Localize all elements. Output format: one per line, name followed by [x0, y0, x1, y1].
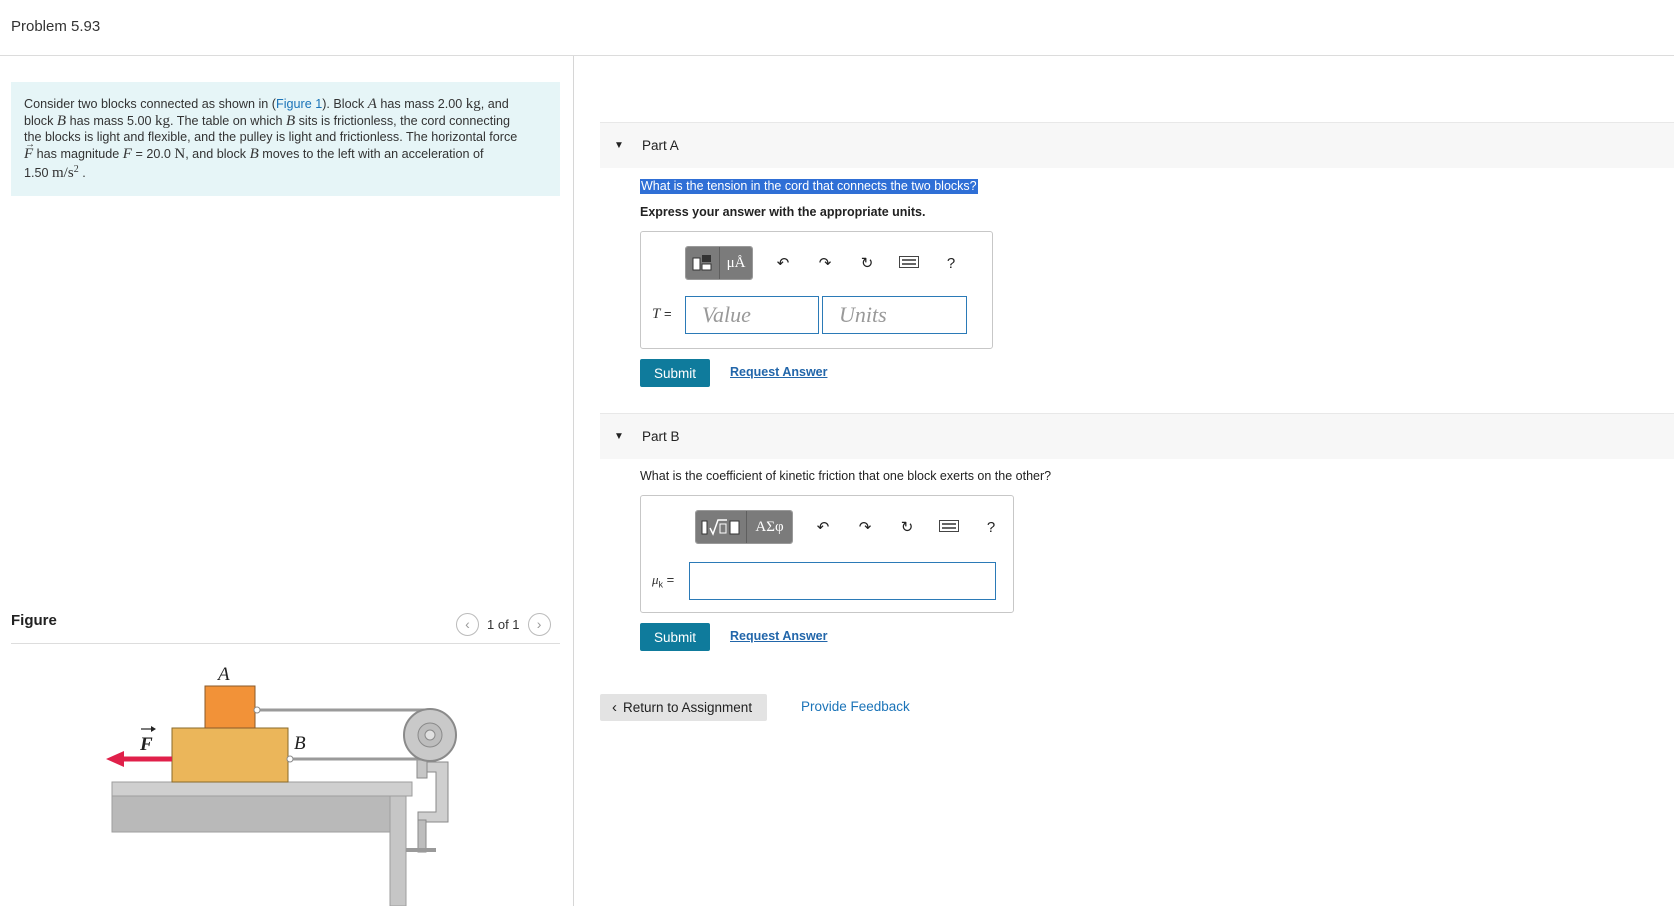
clamp-handle [406, 848, 436, 852]
problem-line-4: → F has magnitude F = 20.0 N, and block B… [24, 138, 484, 162]
keyboard-icon[interactable] [937, 519, 961, 536]
chevron-left-icon: ‹ [612, 699, 617, 716]
part-b-label: Part B [642, 429, 680, 444]
block-a-hook [253, 706, 261, 714]
units-input[interactable]: Units [822, 296, 967, 334]
redo-icon[interactable]: ↷ [853, 518, 877, 536]
help-icon[interactable]: ? [979, 519, 1003, 536]
label-f-vector-tip [151, 726, 156, 732]
templates-button[interactable] [686, 247, 719, 279]
part-b-question: What is the coefficient of kinetic frict… [640, 469, 1052, 483]
undo-icon[interactable]: ↶ [811, 518, 835, 536]
force-vector-symbol: → F [24, 138, 35, 162]
part-a-template-group: μÅ [685, 246, 753, 280]
return-to-assignment-button[interactable]: ‹ Return to Assignment [600, 694, 767, 721]
part-b-template-group: ΑΣφ [695, 510, 793, 544]
table-side [111, 795, 397, 833]
part-a-request-answer-link[interactable]: Request Answer [730, 365, 827, 379]
part-b-answer-box: ΑΣφ ↶ ↷ ↻ ? μk = [640, 495, 1014, 613]
block-b [171, 727, 289, 783]
label-a: A [216, 664, 230, 685]
figure-pager: ‹ 1 of 1 › [456, 612, 551, 636]
value-input[interactable]: Value [685, 296, 819, 334]
figure-pager-text: 1 of 1 [487, 616, 520, 632]
pulley-axle [424, 729, 436, 741]
figure-link[interactable]: Figure 1 [276, 97, 322, 111]
part-a-submit-button[interactable]: Submit [640, 359, 710, 387]
block-a-symbol: A [367, 96, 377, 112]
page-header: Problem 5.93 [0, 0, 1674, 56]
blocks-pulley-figure: A B F [106, 664, 457, 906]
undo-icon[interactable]: ↶ [771, 254, 795, 272]
part-a-question: What is the tension in the cord that con… [640, 179, 978, 194]
friction-coefficient-input[interactable] [689, 562, 996, 600]
reset-icon[interactable]: ↻ [855, 254, 879, 272]
mu-angstrom-icon: μÅ [726, 254, 746, 271]
problem-line-3: the blocks is light and flexible, and th… [24, 130, 518, 144]
part-a-toolbar: μÅ ↶ ↷ ↻ ? [685, 246, 963, 280]
force-arrow-head [106, 751, 124, 767]
prev-figure-button[interactable]: ‹ [456, 612, 479, 636]
problem-line-2: block B has mass 5.00 kg. The table on w… [24, 112, 511, 129]
collapse-triangle-icon: ▼ [614, 140, 624, 151]
clamp-screw [417, 819, 427, 853]
block-b-hook [286, 755, 294, 763]
part-b-header[interactable]: ▼ Part B [600, 413, 1674, 459]
table-top [111, 781, 413, 797]
part-b-request-answer-link[interactable]: Request Answer [730, 629, 827, 643]
friction-coefficient-label: μk = [652, 572, 675, 590]
part-a-instruction: Express your answer with the appropriate… [640, 205, 926, 219]
provide-feedback-link[interactable]: Provide Feedback [801, 699, 910, 714]
label-b: B [294, 733, 306, 754]
redo-icon[interactable]: ↷ [813, 254, 837, 272]
collapse-triangle-icon: ▼ [614, 431, 624, 442]
problem-statement: Consider two blocks connected as shown i… [11, 82, 560, 196]
figure-label: Figure [11, 612, 57, 629]
problem-line-5: 1.50 m/s2 . [24, 164, 86, 182]
part-a-answer-box: μÅ ↶ ↷ ↻ ? T = Value Units [640, 231, 993, 349]
problem-title: Problem 5.93 [11, 18, 101, 35]
part-b-submit-button[interactable]: Submit [640, 623, 710, 651]
greek-icon: ΑΣφ [755, 518, 784, 535]
units-symbol-button[interactable]: μÅ [719, 247, 752, 279]
greek-symbol-button[interactable]: ΑΣφ [746, 511, 792, 543]
part-a-header[interactable]: ▼ Part A [600, 122, 1674, 168]
tension-label: T = [652, 306, 672, 322]
templates-icon [692, 255, 711, 271]
part-b-toolbar: ΑΣφ ↶ ↷ ↻ ? [695, 510, 1003, 544]
help-icon[interactable]: ? [939, 255, 963, 272]
templates-button[interactable] [696, 511, 746, 543]
next-figure-button[interactable]: › [527, 612, 551, 636]
column-divider [573, 56, 574, 906]
problem-line-1: Consider two blocks connected as shown i… [24, 96, 509, 112]
table-leg [389, 795, 407, 906]
block-a [204, 685, 256, 729]
label-f: F [139, 734, 153, 755]
reset-icon[interactable]: ↻ [895, 518, 919, 536]
figure-divider [11, 643, 560, 644]
keyboard-icon[interactable] [897, 255, 921, 272]
templates-sqrt-icon [701, 519, 740, 536]
part-a-label: Part A [642, 138, 679, 153]
